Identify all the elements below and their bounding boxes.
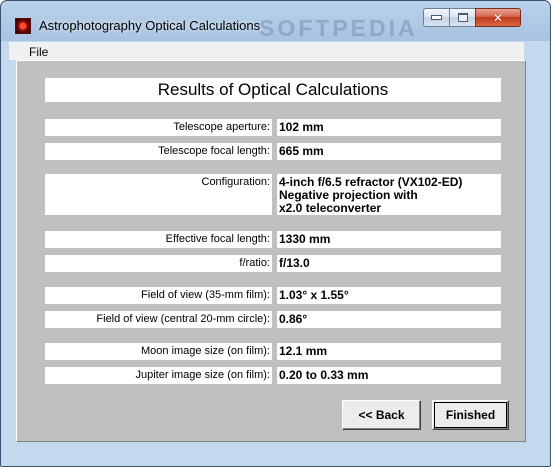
watermark: SOFTPEDIA xyxy=(259,15,418,41)
label-f-ratio: f/ratio: xyxy=(45,255,272,272)
label-moon-image-size: Moon image size (on film): xyxy=(45,343,272,360)
configuration-line: x2.0 teleconverter xyxy=(279,201,382,215)
minimize-button[interactable] xyxy=(423,8,450,27)
value-jupiter-image-size: 0.20 to 0.33 mm xyxy=(277,367,501,384)
back-button[interactable]: << Back xyxy=(342,400,421,430)
maximize-button[interactable] xyxy=(449,8,476,27)
value-telescope-aperture: 102 mm xyxy=(277,119,501,136)
results-heading: Results of Optical Calculations xyxy=(45,78,501,102)
label-field-of-view-20mm: Field of view (central 20-mm circle): xyxy=(45,311,272,328)
value-field-of-view-20mm: 0.86° xyxy=(277,311,501,328)
minimize-icon xyxy=(431,15,442,20)
menu-file[interactable]: File xyxy=(29,45,48,59)
value-f-ratio: f/13.0 xyxy=(277,255,501,272)
label-jupiter-image-size: Jupiter image size (on film): xyxy=(45,367,272,384)
finished-button[interactable]: Finished xyxy=(432,400,509,430)
label-telescope-aperture: Telescope aperture: xyxy=(45,119,272,136)
close-icon: ✕ xyxy=(492,10,504,25)
title-bar[interactable]: Astrophotography Optical Calculations SO… xyxy=(1,1,550,41)
results-panel: Results of Optical Calculations Telescop… xyxy=(16,60,526,442)
maximize-icon xyxy=(457,13,468,22)
window-title: Astrophotography Optical Calculations xyxy=(39,18,261,33)
value-effective-focal-length: 1330 mm xyxy=(277,231,501,248)
label-telescope-focal-length: Telescope focal length: xyxy=(45,143,272,160)
value-telescope-focal-length: 665 mm xyxy=(277,143,501,160)
label-effective-focal-length: Effective focal length: xyxy=(45,231,272,248)
label-field-of-view-35mm: Field of view (35-mm film): xyxy=(45,287,272,304)
menu-bar: File xyxy=(9,42,524,60)
close-button[interactable]: ✕ xyxy=(475,8,521,27)
value-field-of-view-35mm: 1.03° x 1.55° xyxy=(277,287,501,304)
label-configuration: Configuration: xyxy=(45,174,272,215)
value-moon-image-size: 12.1 mm xyxy=(277,343,501,360)
app-icon[interactable] xyxy=(15,18,31,34)
value-configuration: 4-inch f/6.5 refractor (VX102-ED) Negati… xyxy=(277,174,501,215)
app-window: Astrophotography Optical Calculations SO… xyxy=(0,0,551,467)
